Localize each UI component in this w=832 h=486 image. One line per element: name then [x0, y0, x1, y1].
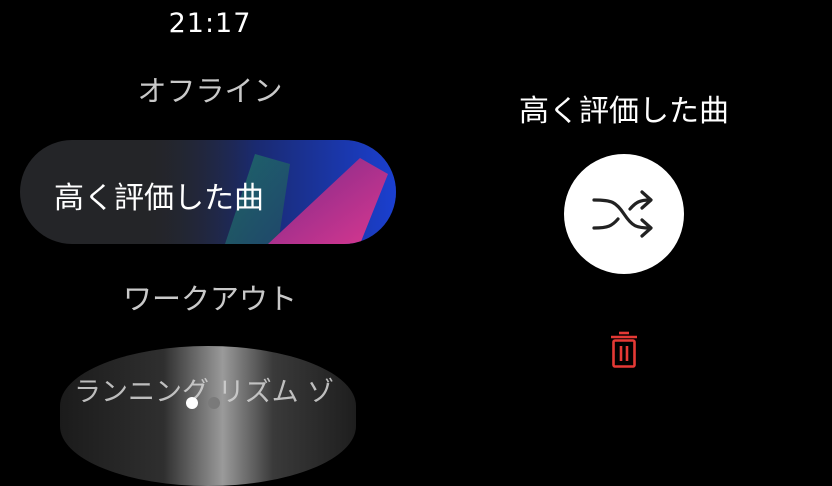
status-clock: 21:17: [168, 8, 252, 39]
shuffle-icon: [592, 190, 653, 238]
playlist-item-liked-songs[interactable]: 高く評価した曲: [20, 140, 396, 244]
page-dot-2: [208, 397, 220, 409]
shuffle-play-button[interactable]: [564, 154, 684, 274]
page-dot-1: [186, 397, 198, 409]
page-indicator: [186, 397, 220, 409]
playlist-item-label: 高く評価した曲: [54, 181, 264, 216]
playlist-item-offline[interactable]: オフライン: [80, 68, 340, 110]
detail-title: 高く評価した曲: [519, 94, 729, 129]
delete-button[interactable]: [606, 330, 642, 370]
playlist-item-running[interactable]: ランニング リズム ゾ: [60, 346, 356, 486]
trash-icon: [611, 331, 637, 368]
playlist-item-workout[interactable]: ワークアウト: [60, 276, 360, 318]
